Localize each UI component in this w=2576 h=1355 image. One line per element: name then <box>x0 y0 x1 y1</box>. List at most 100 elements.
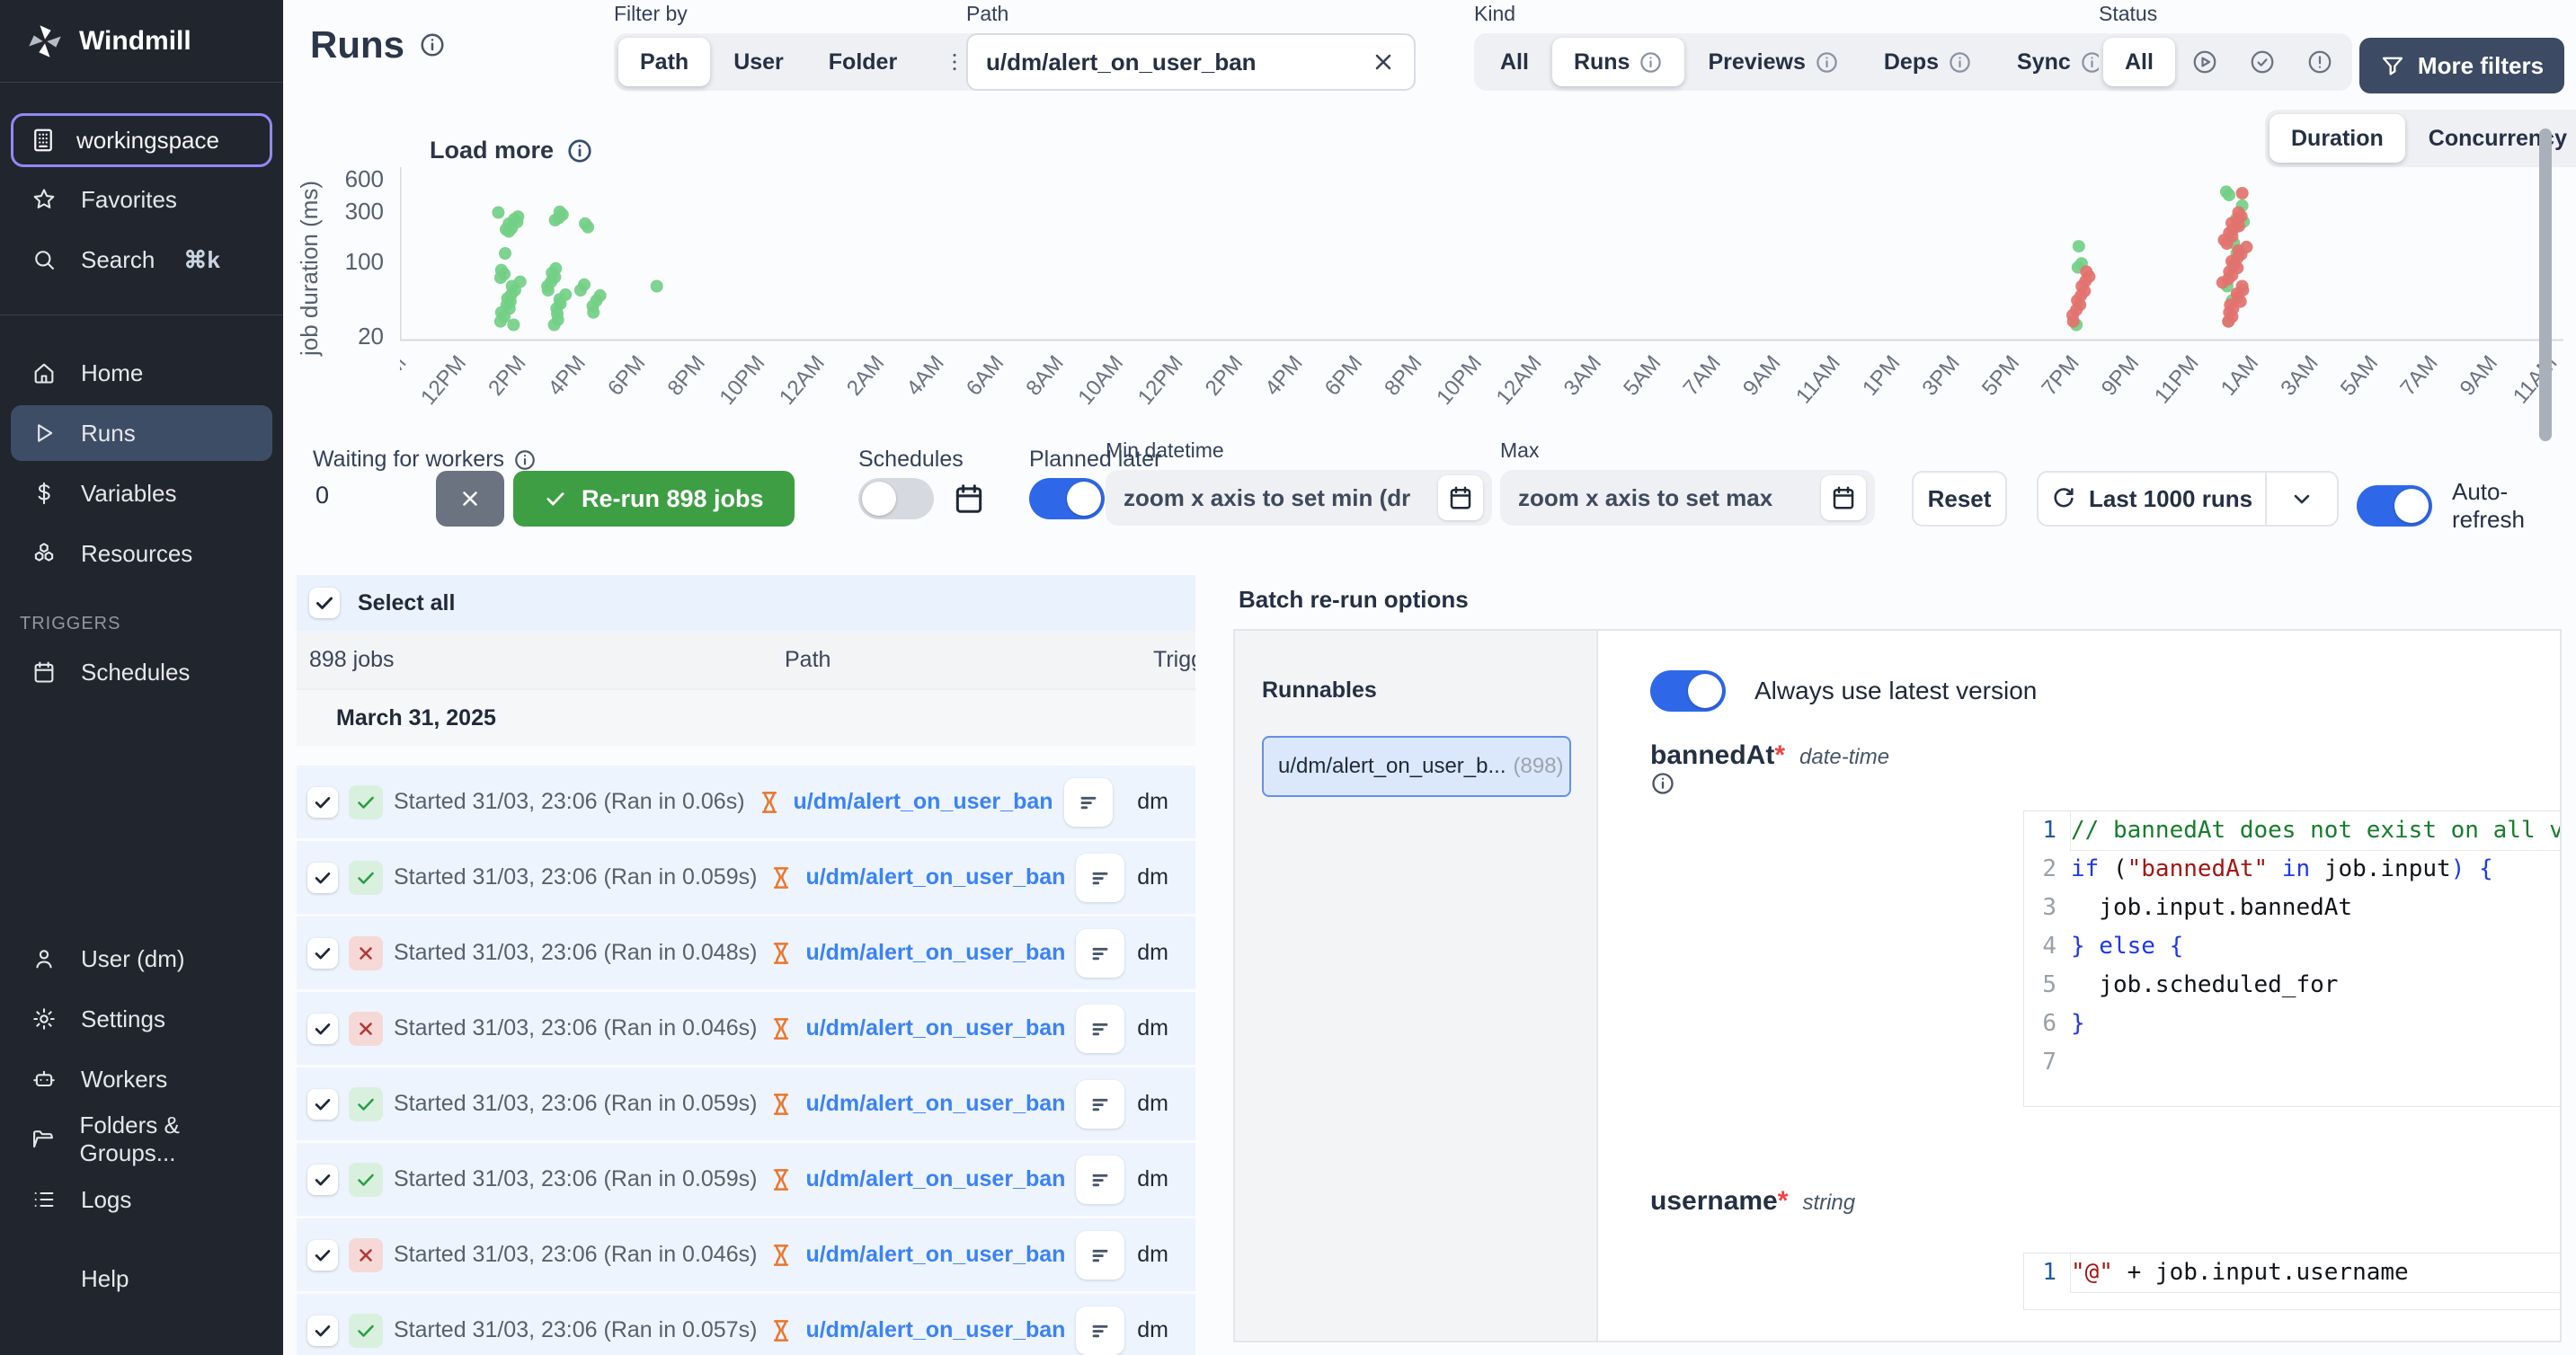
add-trigger-button[interactable] <box>11 704 272 760</box>
table-row[interactable]: Started 31/03, 23:06 (Ran in 0.046s) u/d… <box>297 1218 1195 1291</box>
table-row[interactable]: Started 31/03, 23:06 (Ran in 0.059s) u/d… <box>297 1143 1195 1216</box>
username-code-editor[interactable]: 1 "@" + job.input.username <box>2023 1253 2562 1310</box>
row-checkbox[interactable] <box>307 787 338 818</box>
status-option-play-circle[interactable] <box>2177 38 2233 86</box>
panel-scrollbar-thumb[interactable] <box>2539 128 2552 441</box>
sidebar-item-home[interactable]: Home <box>11 345 272 401</box>
clear-path-icon[interactable] <box>1371 49 1396 75</box>
row-checkbox[interactable] <box>307 1089 338 1120</box>
filter-by-path-button[interactable] <box>1076 1080 1124 1129</box>
filter-by-path-button[interactable] <box>1076 1156 1124 1204</box>
sidebar-item-logs[interactable]: Logs <box>11 1172 272 1227</box>
cancel-selection-button[interactable] <box>436 471 504 527</box>
workspace-switcher[interactable]: workingspace <box>11 113 272 167</box>
code-line[interactable]: 3 job.input.bannedAt <box>2024 889 2562 927</box>
min-datetime-input[interactable]: zoom x axis to set min (dr <box>1106 470 1492 526</box>
sidebar-item-resources[interactable]: Resources <box>11 526 272 581</box>
sidebar-item-runs[interactable]: Runs <box>11 405 272 461</box>
rerun-jobs-button[interactable]: Re-run 898 jobs <box>513 471 795 527</box>
run-point-success[interactable] <box>542 284 555 297</box>
planned-later-toggle[interactable] <box>1029 478 1105 519</box>
table-row[interactable]: Started 31/03, 23:06 (Ran in 0.059s) u/d… <box>297 1067 1195 1140</box>
info-icon[interactable] <box>1650 771 1902 796</box>
run-point-success[interactable] <box>502 226 515 238</box>
schedules-toggle[interactable] <box>858 478 934 519</box>
latest-version-toggle[interactable] <box>1650 670 1726 712</box>
row-checkbox[interactable] <box>307 1165 338 1195</box>
run-point-failure[interactable] <box>2216 276 2229 288</box>
filter-by-option-path[interactable]: Path <box>618 38 710 86</box>
run-point-success[interactable] <box>587 306 600 319</box>
code-line[interactable]: 2 if ("bannedAt" in job.input) { <box>2024 850 2562 889</box>
refresh-runs-button[interactable]: Last 1000 runs <box>2037 471 2267 527</box>
run-path-link[interactable]: u/dm/alert_on_user_ban <box>805 1091 1065 1117</box>
run-point-success[interactable] <box>574 284 587 297</box>
table-row[interactable]: Started 31/03, 23:06 (Ran in 0.046s) u/d… <box>297 992 1195 1065</box>
sidebar-item-user[interactable]: User (dm) <box>11 931 272 987</box>
kind-option-all[interactable]: All <box>1479 38 1550 86</box>
run-point-success[interactable] <box>507 319 520 332</box>
run-point-failure[interactable] <box>2222 315 2234 328</box>
run-path-link[interactable]: u/dm/alert_on_user_ban <box>805 864 1065 890</box>
filter-by-path-button[interactable] <box>1076 929 1124 978</box>
sidebar-item-search[interactable]: Search⌘k <box>11 232 272 288</box>
sidebar-item-help[interactable]: Help <box>11 1255 272 1302</box>
run-path-link[interactable]: u/dm/alert_on_user_ban <box>805 1317 1065 1343</box>
row-checkbox[interactable] <box>307 1014 338 1044</box>
run-point-success[interactable] <box>548 319 561 332</box>
more-filters-button[interactable]: More filters <box>2359 38 2564 93</box>
run-point-success[interactable] <box>499 247 511 260</box>
status-option-check-circle[interactable] <box>2234 38 2290 86</box>
filter-by-path-button[interactable] <box>1076 854 1124 902</box>
collapse-sidebar-button[interactable] <box>11 1306 272 1348</box>
run-path-link[interactable]: u/dm/alert_on_user_ban <box>805 1242 1065 1268</box>
kind-option-previews[interactable]: Previews <box>1686 38 1860 86</box>
row-checkbox[interactable] <box>307 863 338 893</box>
table-row[interactable]: Started 31/03, 23:06 (Ran in 0.059s) u/d… <box>297 841 1195 914</box>
calendar-icon[interactable] <box>1821 475 1866 520</box>
filter-by-option-folder[interactable]: Folder <box>807 38 919 86</box>
code-line[interactable]: 4 } else { <box>2024 927 2562 966</box>
sidebar-item-workers[interactable]: Workers <box>11 1051 272 1107</box>
run-point-success[interactable] <box>494 315 507 328</box>
code-line[interactable]: 5 job.scheduled_for <box>2024 966 2562 1005</box>
filter-by-path-button[interactable] <box>1064 778 1113 827</box>
code-line[interactable]: 6 } <box>2024 1005 2562 1043</box>
table-row[interactable]: Started 31/03, 23:06 (Ran in 0.048s) u/d… <box>297 917 1195 989</box>
info-icon[interactable] <box>513 448 537 472</box>
run-point-success[interactable] <box>494 271 507 284</box>
filter-by-path-button[interactable] <box>1076 1005 1124 1053</box>
path-filter-input[interactable]: u/dm/alert_on_user_ban <box>966 33 1416 91</box>
sidebar-item-folders[interactable]: Folders & Groups... <box>11 1111 272 1167</box>
sidebar-item-favorites[interactable]: Favorites <box>11 172 272 227</box>
run-point-success[interactable] <box>2223 189 2235 201</box>
code-line[interactable]: 1 // bannedAt does not exist on all vers… <box>2024 811 2562 850</box>
auto-refresh-toggle[interactable] <box>2357 485 2432 527</box>
max-datetime-input[interactable]: zoom x axis to set max <box>1500 470 1875 526</box>
sidebar-item-schedules[interactable]: Schedules <box>11 644 272 700</box>
run-point-success[interactable] <box>651 280 663 293</box>
filter-by-path-button[interactable] <box>1076 1231 1124 1280</box>
table-row[interactable]: Started 31/03, 23:06 (Ran in 0.057s) u/d… <box>297 1294 1195 1355</box>
calendar-icon[interactable] <box>1438 475 1483 520</box>
sidebar-item-variables[interactable]: Variables <box>11 465 272 521</box>
kind-option-deps[interactable]: Deps <box>1862 38 1994 86</box>
code-line[interactable]: 7 <box>2024 1043 2562 1082</box>
run-point-failure[interactable] <box>2067 315 2080 328</box>
code-line[interactable]: 1 "@" + job.input.username <box>2024 1253 2562 1292</box>
run-path-link[interactable]: u/dm/alert_on_user_ban <box>794 789 1053 815</box>
duration-chart[interactable]: Load more job duration (ms) 60030010020 … <box>283 133 2576 422</box>
sidebar-item-settings[interactable]: Settings <box>11 991 272 1047</box>
run-path-link[interactable]: u/dm/alert_on_user_ban <box>805 1166 1065 1192</box>
scatter-plot[interactable]: 10AM12PM2PM4PM6PM8PM10PM12AM2AM4AM6AM8AM… <box>400 133 2576 422</box>
row-checkbox[interactable] <box>307 1240 338 1271</box>
run-point-failure[interactable] <box>2236 187 2249 199</box>
runnable-list-item[interactable]: u/dm/alert_on_user_b... (898) <box>1262 736 1571 797</box>
run-point-success[interactable] <box>2073 240 2085 252</box>
filter-by-option-user[interactable]: User <box>712 38 805 86</box>
row-checkbox[interactable] <box>307 1315 338 1346</box>
run-point-failure[interactable] <box>2221 237 2234 250</box>
run-point-success[interactable] <box>549 214 562 226</box>
reset-button[interactable]: Reset <box>1912 471 2007 527</box>
run-point-success[interactable] <box>582 221 594 234</box>
